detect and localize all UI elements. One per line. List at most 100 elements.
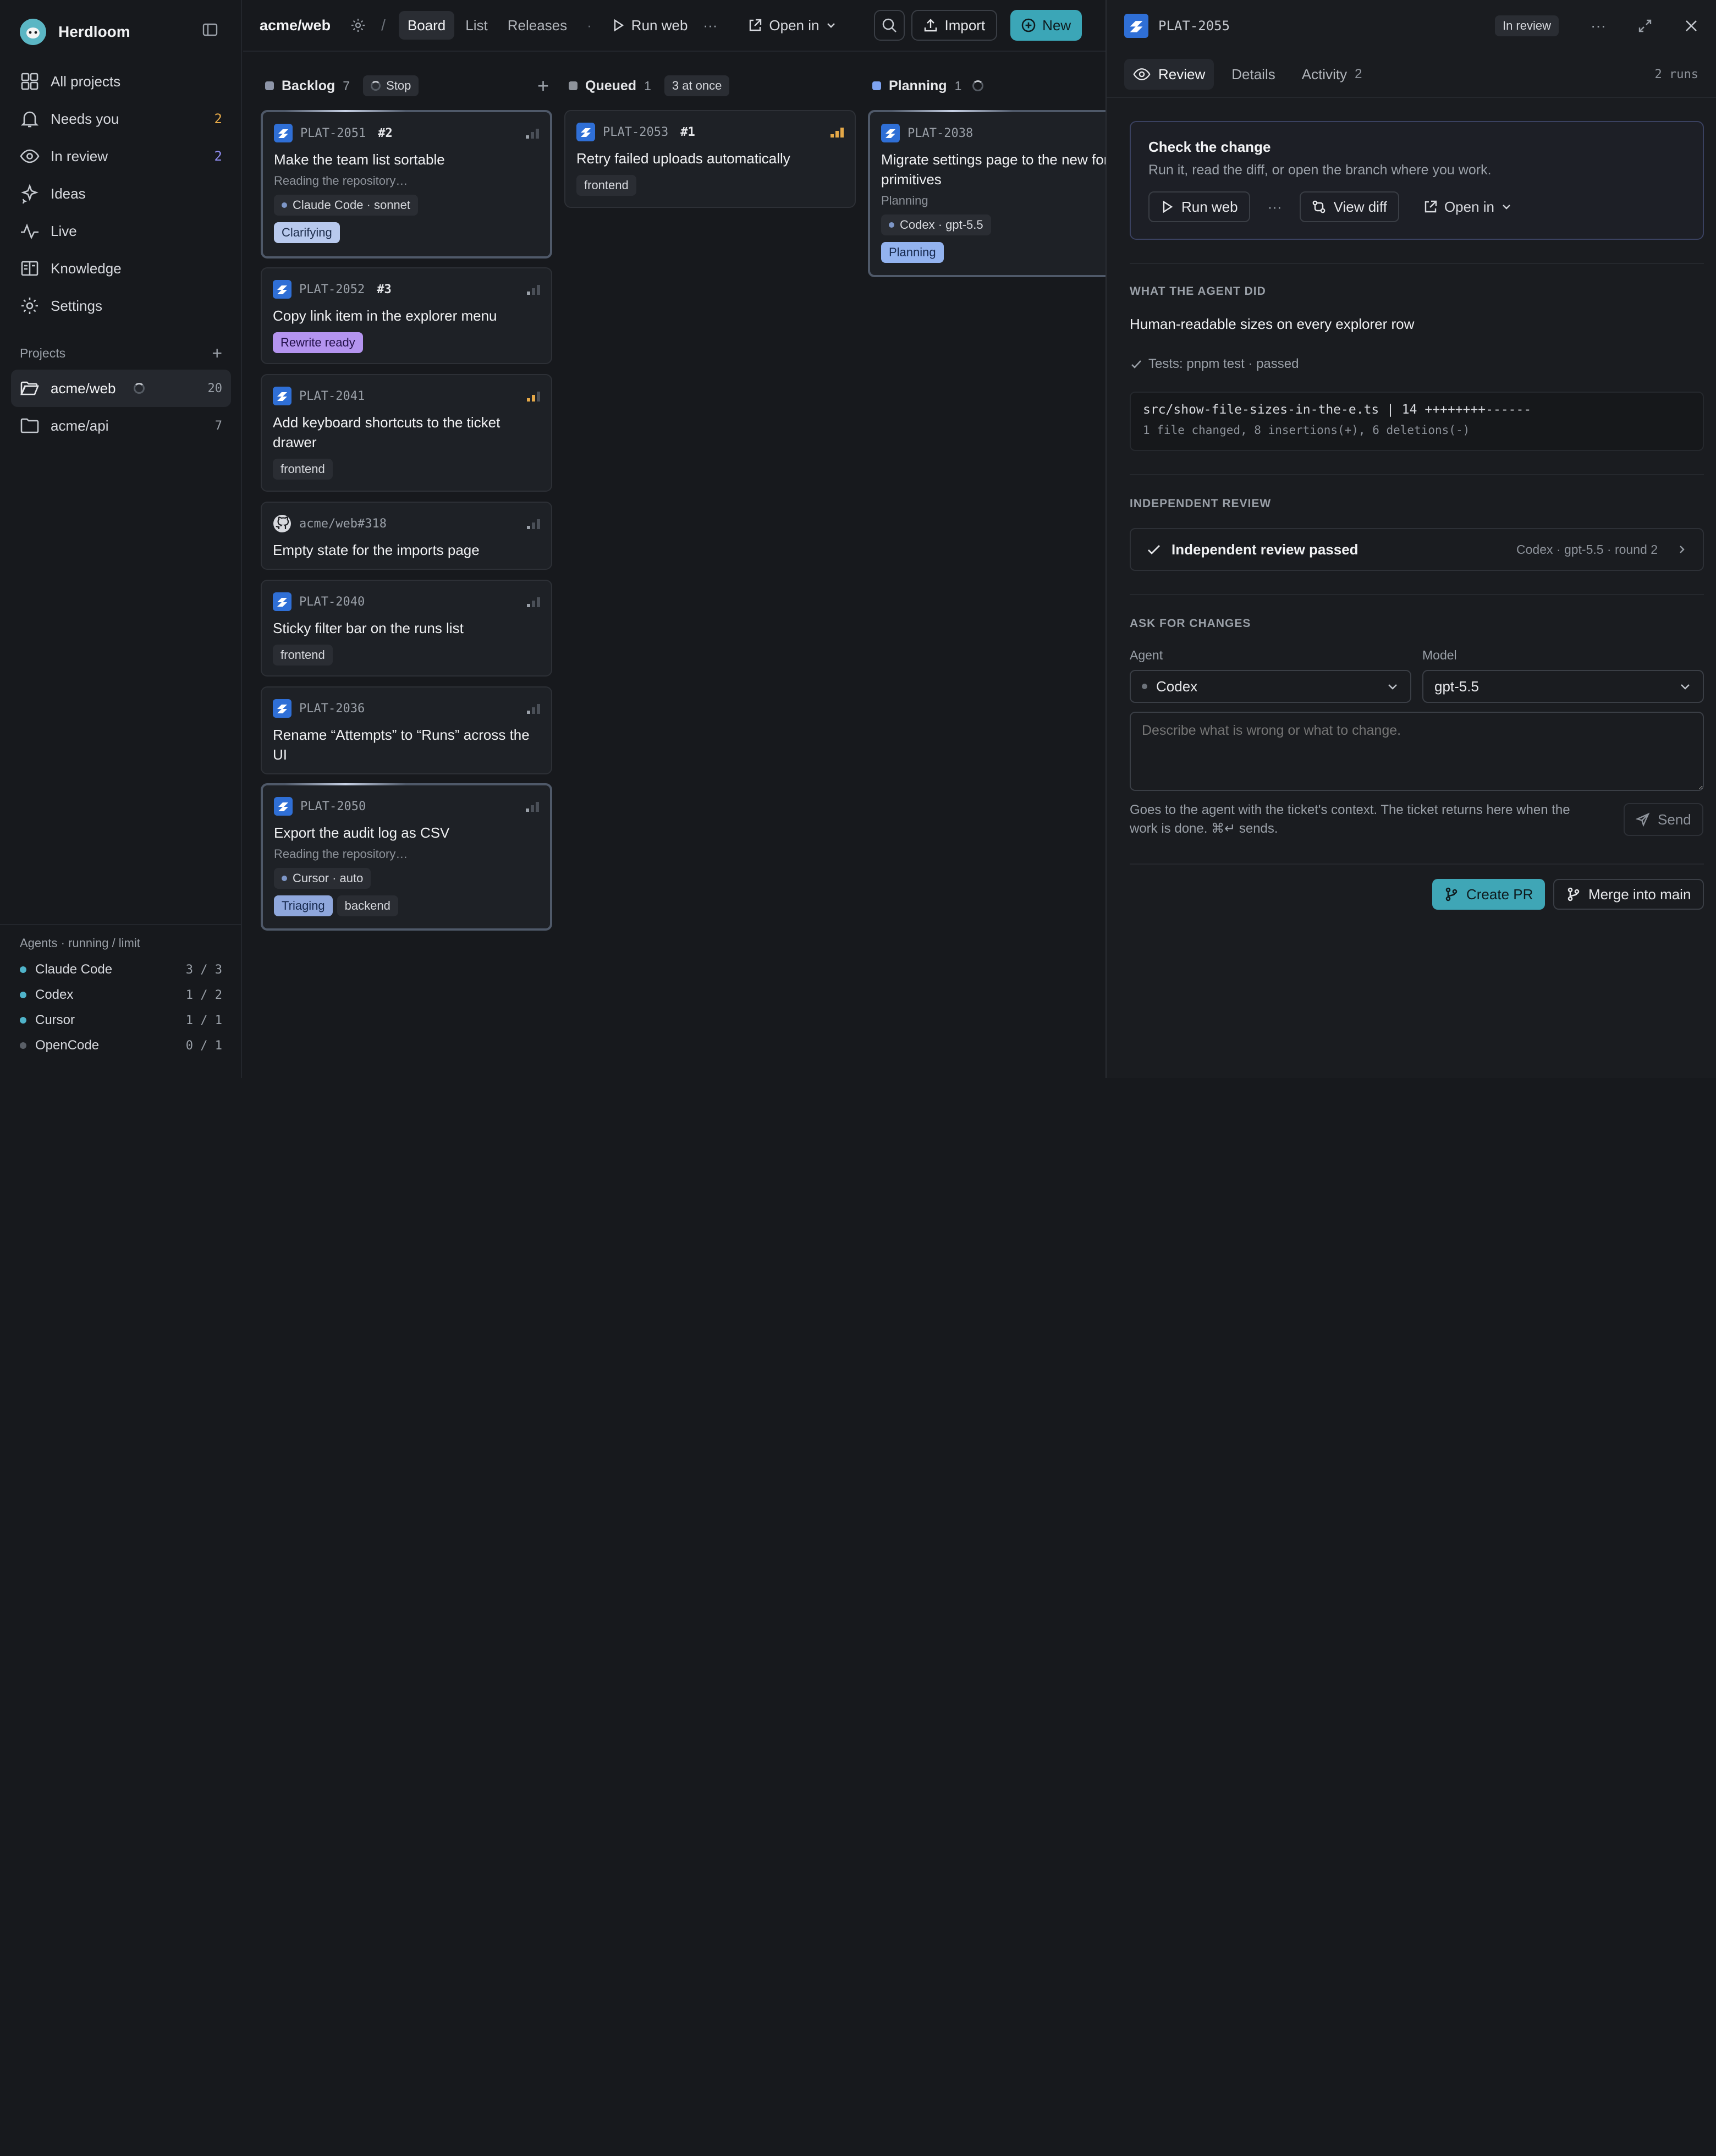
nav-knowledge[interactable]: Knowledge bbox=[11, 250, 231, 287]
tab-review[interactable]: Review bbox=[1124, 59, 1214, 90]
git-merge-icon bbox=[1568, 887, 1580, 901]
project-item-acme-api[interactable]: acme/api 7 bbox=[11, 407, 231, 444]
close-icon[interactable] bbox=[1684, 19, 1698, 33]
run-web-button[interactable]: Run web bbox=[603, 11, 697, 40]
merge-button[interactable]: Merge into main bbox=[1553, 879, 1704, 910]
jira-icon bbox=[273, 280, 292, 299]
play-icon bbox=[1163, 200, 1173, 213]
ticket-id: PLAT-2041 bbox=[299, 389, 365, 403]
repo-settings-icon[interactable] bbox=[350, 18, 366, 33]
ticket-card[interactable]: PLAT-2053 #1 Retry failed uploads automa… bbox=[564, 110, 856, 208]
view-diff-button[interactable]: View diff bbox=[1299, 191, 1399, 222]
ticket-title: Retry failed uploads automatically bbox=[576, 150, 790, 167]
ticket-title: Add keyboard shortcuts to the ticket dra… bbox=[273, 414, 501, 450]
nav-ideas[interactable]: Ideas bbox=[11, 175, 231, 212]
nav-live[interactable]: Live bbox=[11, 212, 231, 250]
brand[interactable]: Herdloom bbox=[18, 15, 130, 48]
ticket-card[interactable]: PLAT-2038 Migrate settings page to the n… bbox=[868, 110, 1107, 277]
divider bbox=[1130, 474, 1704, 475]
priority-low-icon bbox=[527, 285, 540, 295]
kanban-board: Backlog 7 Stop + PLAT-2051 #2 Make the t… bbox=[243, 53, 1107, 1078]
projects-heading-label: Projects bbox=[20, 346, 66, 360]
chevron-down-icon bbox=[1681, 684, 1690, 690]
model-select[interactable]: gpt-5.5 bbox=[1422, 670, 1704, 703]
run-web-button[interactable]: Run web bbox=[1148, 191, 1250, 222]
tab-activity[interactable]: Activity 2 bbox=[1293, 59, 1371, 90]
more-icon[interactable]: ··· bbox=[1591, 17, 1606, 35]
nav-label: In review bbox=[51, 147, 108, 164]
gear-icon bbox=[21, 298, 38, 314]
create-pr-button[interactable]: Create PR bbox=[1432, 879, 1546, 910]
ticket-card[interactable]: acme/web#318 Empty state for the imports… bbox=[261, 502, 552, 570]
more-options-button[interactable]: ··· bbox=[703, 17, 717, 34]
app-name: Herdloom bbox=[58, 23, 130, 40]
agent-row-opencode[interactable]: OpenCode 0 / 1 bbox=[20, 1033, 222, 1058]
tab-details[interactable]: Details bbox=[1223, 59, 1284, 90]
agent-select[interactable]: Codex bbox=[1130, 670, 1411, 703]
ticket-card[interactable]: PLAT-2036 Rename “Attempts” to “Runs” ac… bbox=[261, 686, 552, 774]
nav-settings[interactable]: Settings bbox=[11, 287, 231, 324]
agent-chip: Codex · gpt-5.5 bbox=[881, 215, 991, 235]
ticket-status-text: Reading the repository… bbox=[274, 847, 408, 861]
ticket-card[interactable]: PLAT-2051 #2 Make the team list sortable… bbox=[261, 110, 552, 258]
ticket-card[interactable]: PLAT-2052 #3 Copy link item in the explo… bbox=[261, 267, 552, 364]
jira-icon bbox=[273, 592, 292, 611]
send-icon bbox=[1636, 812, 1650, 827]
ticket-title: Empty state for the imports page bbox=[273, 542, 480, 558]
nav-in-review[interactable]: In review 2 bbox=[11, 138, 231, 175]
send-button[interactable]: Send bbox=[1624, 803, 1703, 836]
search-button[interactable] bbox=[874, 10, 905, 41]
jira-icon bbox=[576, 123, 595, 141]
loading-spinner-icon bbox=[133, 383, 145, 394]
sidebar-toggle-icon[interactable] bbox=[202, 22, 218, 37]
agent-row-claude-code[interactable]: Claude Code 3 / 3 bbox=[20, 957, 222, 982]
new-ticket-button[interactable]: New bbox=[1010, 10, 1082, 41]
more-options-button[interactable]: ··· bbox=[1259, 191, 1291, 222]
add-project-icon[interactable]: + bbox=[212, 343, 222, 364]
ticket-id: PLAT-2038 bbox=[908, 126, 974, 140]
upload-icon bbox=[925, 19, 937, 32]
nav-needs-you[interactable]: Needs you 2 bbox=[11, 100, 231, 138]
agent-row-cursor[interactable]: Cursor 1 / 1 bbox=[20, 1008, 222, 1033]
ticket-card[interactable]: PLAT-2050 Export the audit log as CSV Re… bbox=[261, 783, 552, 931]
nav-label: Live bbox=[51, 222, 77, 239]
tab-count: 2 bbox=[1355, 67, 1362, 81]
open-in-button[interactable]: Open in bbox=[1415, 191, 1521, 222]
drawer-tabs: Review Details Activity 2 2 runs bbox=[1107, 52, 1716, 98]
project-item-acme-web[interactable]: acme/web 20 bbox=[11, 370, 231, 407]
import-button[interactable]: Import bbox=[911, 10, 998, 41]
independent-review-row[interactable]: Independent review passed Codex · gpt-5.… bbox=[1130, 528, 1704, 571]
change-request-input[interactable] bbox=[1130, 712, 1704, 791]
run-web-label: Run web bbox=[631, 16, 688, 34]
open-in-button[interactable]: Open in bbox=[739, 11, 845, 40]
column-header: Queued 1 3 at once bbox=[564, 53, 857, 119]
priority-low-icon bbox=[527, 704, 540, 714]
tab-releases[interactable]: Releases bbox=[499, 11, 576, 40]
model-select-value: gpt-5.5 bbox=[1434, 678, 1479, 695]
column-title: Queued bbox=[585, 78, 637, 94]
stop-button[interactable]: Stop bbox=[363, 75, 419, 96]
tab-board[interactable]: Board bbox=[398, 11, 455, 40]
merge-label: Merge into main bbox=[1588, 886, 1691, 903]
add-card-icon[interactable]: + bbox=[537, 74, 549, 97]
agent-chip: Claude Code · sonnet bbox=[274, 195, 419, 216]
agent-field-label: Agent bbox=[1130, 648, 1163, 662]
check-icon bbox=[1148, 545, 1160, 554]
check-icon bbox=[1131, 360, 1141, 369]
ticket-card[interactable]: PLAT-2041 Add keyboard shortcuts to the … bbox=[261, 374, 552, 492]
ticket-status-text: Reading the repository… bbox=[274, 174, 408, 188]
repo-title[interactable]: acme/web bbox=[260, 17, 331, 34]
agent-row-codex[interactable]: Codex 1 / 2 bbox=[20, 982, 222, 1008]
expand-icon[interactable] bbox=[1638, 19, 1652, 33]
ticket-card[interactable]: PLAT-2040 Sticky filter bar on the runs … bbox=[261, 580, 552, 676]
column-title: Planning bbox=[889, 78, 947, 94]
check-the-change-panel: Check the change Run it, read the diff, … bbox=[1130, 121, 1704, 240]
book-icon bbox=[21, 261, 38, 276]
tab-list[interactable]: List bbox=[457, 11, 496, 40]
column-title: Backlog bbox=[282, 78, 336, 94]
section-heading: INDEPENDENT REVIEW bbox=[1130, 497, 1272, 510]
nav-all-projects[interactable]: All projects bbox=[11, 63, 231, 100]
sparkle-icon bbox=[21, 184, 38, 204]
agent-chip-label: Cursor · auto bbox=[293, 871, 364, 885]
diff-stat: 1 file changed, 8 insertions(+), 6 delet… bbox=[1143, 424, 1470, 437]
